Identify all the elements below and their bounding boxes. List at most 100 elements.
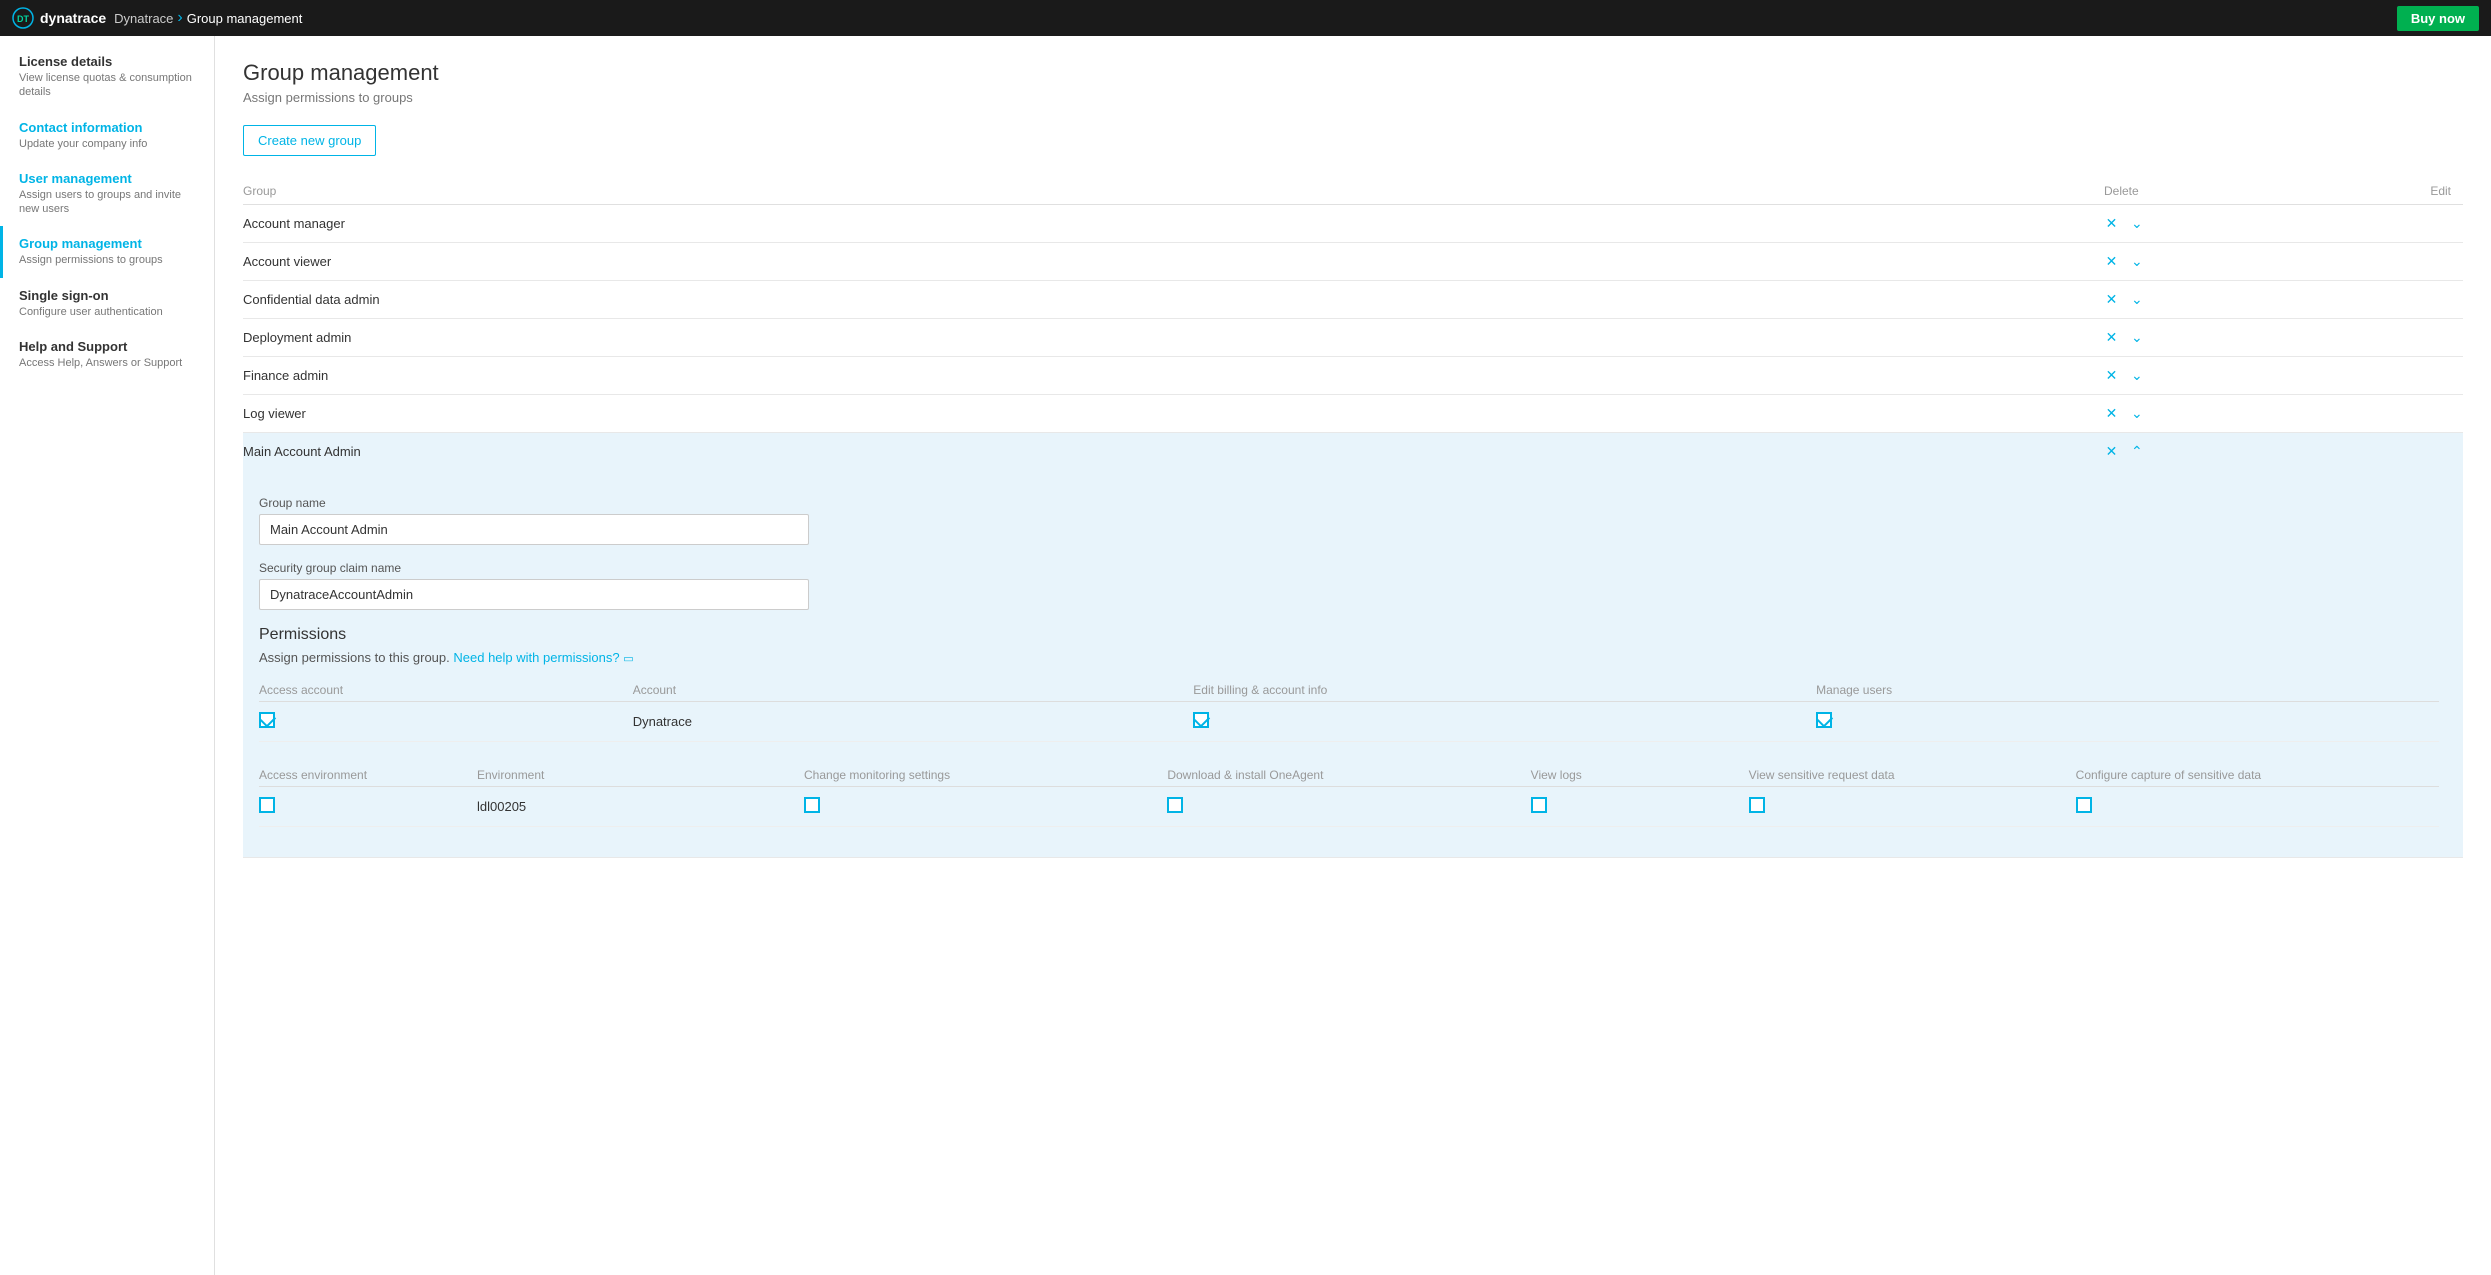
configure-capture-checkbox[interactable] [2076,797,2092,813]
row-actions: ✕ ⌄ [1624,395,2150,433]
view-logs-checkbox-cell [1531,787,1749,827]
col-access-environment: Access environment [259,764,477,787]
sidebar-item-user-management[interactable]: User management Assign users to groups a… [0,161,214,227]
col-change-monitoring: Change monitoring settings [804,764,1167,787]
need-help-link[interactable]: Need help with permissions? [453,650,619,665]
sidebar-item-user-management-desc: Assign users to groups and invite new us… [19,188,198,217]
chevron-down-icon[interactable]: ⌄ [2131,405,2143,422]
sidebar-item-contact-information[interactable]: Contact information Update your company … [0,110,214,161]
group-name-confidential-data-admin: Confidential data admin [243,281,1624,319]
breadcrumb-parent: Dynatrace [114,11,173,26]
group-name-input[interactable] [259,514,809,545]
sidebar-item-help-and-support-desc: Access Help, Answers or Support [19,356,198,370]
table-row: Confidential data admin ✕ ⌄ [243,281,2463,319]
manage-users-checkbox-cell [1816,702,2439,742]
main-content: Group management Assign permissions to g… [215,36,2491,1275]
delete-icon[interactable]: ✕ [2106,405,2118,422]
sidebar-item-group-management[interactable]: Group management Assign permissions to g… [0,226,214,277]
environment-name-cell: ldl00205 [477,787,804,827]
env-perm-row: ldl00205 [259,787,2439,827]
group-name-account-viewer: Account viewer [243,243,1624,281]
row-actions: ✕ ⌄ [1624,357,2150,395]
sidebar-item-user-management-title: User management [19,171,198,186]
create-new-group-button[interactable]: Create new group [243,125,376,156]
account-permissions-table: Access account Account Edit billing & ac… [259,679,2439,742]
group-table-header: Group Delete Edit [243,178,2463,205]
permissions-section: Permissions Assign permissions to this g… [259,626,2439,827]
chevron-down-icon[interactable]: ⌄ [2131,329,2143,346]
manage-users-checkbox[interactable] [1816,712,1832,728]
group-name-main-account-admin: Main Account Admin [243,433,1624,471]
env-perm-body: ldl00205 [259,787,2439,827]
access-account-checkbox-cell [259,702,633,742]
permissions-title: Permissions [259,626,2439,644]
sidebar-item-single-sign-on-title: Single sign-on [19,288,198,303]
col-access-account: Access account [259,679,633,702]
delete-icon[interactable]: ✕ [2106,367,2118,384]
table-row-expanded: Main Account Admin ✕ ⌃ [243,433,2463,471]
chevron-down-icon[interactable]: ⌄ [2131,291,2143,308]
delete-icon[interactable]: ✕ [2106,443,2118,460]
breadcrumb: Dynatrace › Group management [114,9,302,27]
delete-icon[interactable]: ✕ [2106,329,2118,346]
security-claim-field-group: Security group claim name [259,561,2439,610]
permissions-desc: Assign permissions to this group. Need h… [259,650,2439,665]
view-logs-checkbox[interactable] [1531,797,1547,813]
chevron-down-icon[interactable]: ⌄ [2131,367,2143,384]
logo-text: dynatrace [40,10,106,26]
row-actions: ✕ ⌄ [1624,243,2150,281]
security-claim-input[interactable] [259,579,809,610]
buy-now-button[interactable]: Buy now [2397,6,2479,31]
col-view-logs: View logs [1531,764,1749,787]
sidebar-item-contact-information-title: Contact information [19,120,198,135]
top-nav-left: DT dynatrace Dynatrace › Group managemen… [12,7,302,29]
row-actions: ✕ ⌄ [1624,281,2150,319]
group-table-body: Account manager ✕ ⌄ Account viewer ✕ ⌄ [243,205,2463,858]
group-table: Group Delete Edit Account manager ✕ ⌄ [243,178,2463,858]
chevron-down-icon[interactable]: ⌄ [2131,253,2143,270]
chevron-up-icon[interactable]: ⌃ [2131,443,2143,460]
access-env-checkbox-cell [259,787,477,827]
group-name-account-manager: Account manager [243,205,1624,243]
view-sensitive-checkbox-cell [1749,787,2076,827]
sidebar-item-license-details-title: License details [19,54,198,69]
col-view-sensitive: View sensitive request data [1749,764,2076,787]
external-link-icon: ▭ [623,653,633,665]
access-environment-checkbox[interactable] [259,797,275,813]
svg-text:DT: DT [17,14,29,24]
edit-billing-checkbox[interactable] [1193,712,1209,728]
access-account-checkbox[interactable] [259,712,275,728]
chevron-down-icon[interactable]: ⌄ [2131,215,2143,232]
delete-icon[interactable]: ✕ [2106,291,2118,308]
row-actions-expanded: ✕ ⌃ [1624,433,2150,471]
view-sensitive-checkbox[interactable] [1749,797,1765,813]
sidebar-item-contact-information-desc: Update your company info [19,137,198,151]
configure-capture-checkbox-cell [2076,787,2439,827]
sidebar-item-help-and-support-title: Help and Support [19,339,198,354]
change-monitoring-checkbox-cell [804,787,1167,827]
sidebar-item-help-and-support[interactable]: Help and Support Access Help, Answers or… [0,329,214,380]
change-monitoring-checkbox[interactable] [804,797,820,813]
col-configure-capture: Configure capture of sensitive data [2076,764,2439,787]
delete-icon[interactable]: ✕ [2106,215,2118,232]
breadcrumb-separator: › [177,9,182,27]
row-actions: ✕ ⌄ [1624,319,2150,357]
col-group: Group [243,178,1624,205]
env-permissions-table: Access environment Environment Change mo… [259,764,2439,827]
logo: DT dynatrace [12,7,106,29]
account-perm-body: Dynatrace [259,702,2439,742]
table-row: Log viewer ✕ ⌄ [243,395,2463,433]
col-account: Account [633,679,1194,702]
col-environment: Environment [477,764,804,787]
page-subtitle: Assign permissions to groups [243,90,2463,105]
col-download-install: Download & install OneAgent [1167,764,1530,787]
sidebar-item-license-details[interactable]: License details View license quotas & co… [0,44,214,110]
top-nav: DT dynatrace Dynatrace › Group managemen… [0,0,2491,36]
sidebar-item-single-sign-on[interactable]: Single sign-on Configure user authentica… [0,278,214,329]
expanded-detail-row: Group name Security group claim name Per… [243,470,2463,858]
delete-icon[interactable]: ✕ [2106,253,2118,270]
download-install-checkbox[interactable] [1167,797,1183,813]
sidebar-item-single-sign-on-desc: Configure user authentication [19,305,198,319]
security-claim-label: Security group claim name [259,561,2439,575]
group-name-finance-admin: Finance admin [243,357,1624,395]
